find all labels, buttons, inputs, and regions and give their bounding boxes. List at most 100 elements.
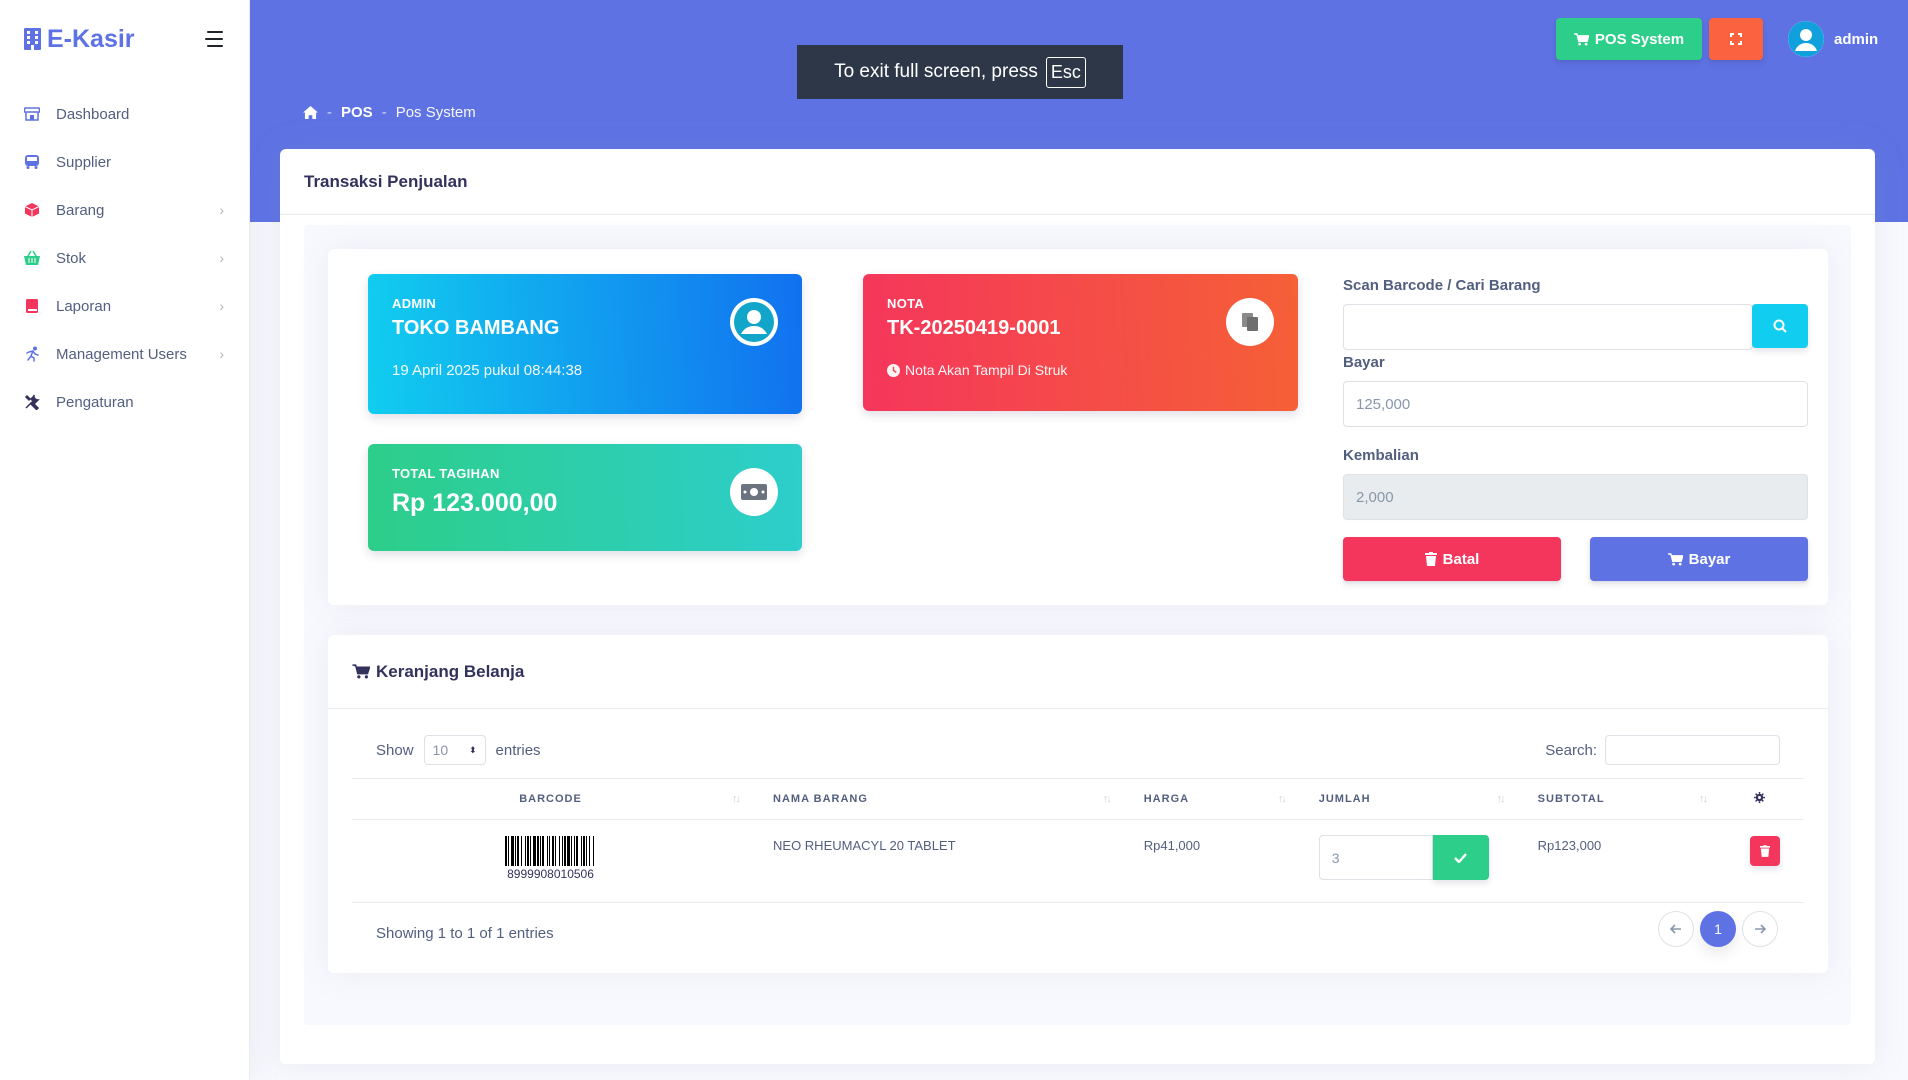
- clock-icon: [887, 363, 900, 377]
- user-icon: [1788, 21, 1824, 57]
- sort-icon: ↑↓: [1496, 793, 1506, 805]
- breadcrumb-item-pos[interactable]: POS: [341, 104, 373, 121]
- barcode-bars: [505, 836, 596, 866]
- sort-icon: ↑↓: [1698, 793, 1708, 805]
- search-icon: [1773, 319, 1787, 333]
- admin-icon-circle: [730, 298, 778, 346]
- admin-card: ADMIN TOKO BAMBANG 19 April 2025 pukul 0…: [368, 274, 802, 414]
- total-label: TOTAL TAGIHAN: [392, 466, 500, 481]
- page-button-1[interactable]: 1: [1700, 911, 1736, 947]
- bayar-input[interactable]: 125,000: [1343, 381, 1808, 427]
- total-amount: Rp 123.000,00: [392, 489, 558, 517]
- user-menu[interactable]: admin: [1788, 21, 1878, 57]
- sidebar-item-label: Pengaturan: [56, 393, 134, 411]
- page-title: Transaksi Penjualan: [304, 171, 468, 191]
- arrow-right-icon: [1755, 924, 1766, 934]
- expand-icon: [1730, 33, 1742, 45]
- store-name: TOKO BAMBANG: [392, 317, 560, 339]
- chevron-right-icon: ›: [219, 346, 224, 362]
- sidebar-item-label: Dashboard: [56, 105, 130, 123]
- sidebar-item-label: Laporan: [56, 297, 112, 315]
- trash-icon: [1759, 845, 1770, 857]
- barcode-image: 8999908010506: [376, 836, 725, 881]
- sort-icon: ↑↓: [1102, 793, 1112, 805]
- check-icon: [1454, 852, 1468, 863]
- sidebar-nav: Dashboard Supplier Barang › Stok › Lapor…: [0, 90, 249, 426]
- column-header-barcode[interactable]: BARCODE ↑↓: [352, 778, 750, 820]
- sidebar-item-laporan[interactable]: Laporan ›: [0, 282, 249, 330]
- cart-icon: [352, 664, 370, 679]
- sidebar-item-management-users[interactable]: Management Users ›: [0, 330, 249, 378]
- trash-icon: [1424, 552, 1437, 566]
- column-header-harga[interactable]: HARGA ↑↓: [1119, 778, 1295, 820]
- sidenav-toggle-icon[interactable]: [205, 31, 225, 47]
- chevron-right-icon: ›: [219, 202, 224, 218]
- user-icon: [734, 302, 774, 342]
- column-header-action: [1715, 778, 1804, 820]
- nota-card: NOTA TK-20250419-0001 Nota Akan Tampil D…: [863, 274, 1298, 411]
- breadcrumb: - POS - Pos System: [303, 104, 476, 121]
- transaction-panel: ADMIN TOKO BAMBANG 19 April 2025 pukul 0…: [328, 249, 1828, 605]
- quantity-input[interactable]: 3: [1318, 835, 1433, 880]
- box-icon: [24, 203, 40, 217]
- home-icon[interactable]: [303, 106, 318, 119]
- nama-cell: NEO RHEUMACYL 20 TABLET: [749, 819, 1120, 903]
- sidebar-item-barang[interactable]: Barang ›: [0, 186, 249, 234]
- card-body: ADMIN TOKO BAMBANG 19 April 2025 pukul 0…: [304, 225, 1851, 1025]
- bayar-button-label: Bayar: [1688, 550, 1731, 568]
- search-button[interactable]: [1752, 304, 1808, 348]
- bus-icon: [25, 155, 39, 169]
- sidebar-item-dashboard[interactable]: Dashboard: [0, 90, 249, 138]
- cart-icon: [1667, 552, 1683, 566]
- avatar: [1788, 21, 1824, 57]
- kembalian-label: Kembalian: [1343, 447, 1419, 464]
- column-header-jumlah[interactable]: JUMLAH ↑↓: [1294, 778, 1514, 820]
- book-icon: [26, 299, 38, 313]
- scan-barcode-input[interactable]: [1343, 304, 1753, 350]
- column-header-nama[interactable]: NAMA BARANG ↑↓: [749, 778, 1120, 820]
- fullscreen-button[interactable]: [1709, 18, 1763, 60]
- table-search-input[interactable]: [1605, 735, 1780, 765]
- sidebar-item-pengaturan[interactable]: Pengaturan: [0, 378, 249, 426]
- fullscreen-notice: To exit full screen, press Esc: [797, 45, 1123, 99]
- action-cell: [1715, 819, 1804, 903]
- sidebar-item-label: Management Users: [56, 345, 187, 363]
- entries-label: entries: [495, 741, 541, 759]
- next-page-button[interactable]: [1742, 911, 1778, 947]
- fullscreen-notice-text: To exit full screen, press: [834, 61, 1038, 82]
- sidebar-item-label: Barang: [56, 201, 105, 219]
- pos-system-button[interactable]: POS System: [1556, 18, 1702, 60]
- barcode-cell: 8999908010506: [352, 819, 750, 903]
- entries-select[interactable]: 10 ⬍: [423, 735, 486, 765]
- entries-value: 10: [432, 742, 449, 758]
- batal-button[interactable]: Batal: [1343, 537, 1561, 581]
- breadcrumb-separator: -: [327, 104, 332, 121]
- table-search: Search:: [1545, 735, 1780, 765]
- cart-panel: Keranjang Belanja Show 10 ⬍ entries Sear…: [328, 635, 1828, 973]
- nota-label: NOTA: [887, 296, 925, 311]
- quantity-group: 3: [1318, 835, 1490, 880]
- entries-control: Show 10 ⬍ entries: [376, 735, 541, 765]
- sort-icon: ↑↓: [1277, 793, 1287, 805]
- sidebar-item-stok[interactable]: Stok ›: [0, 234, 249, 282]
- nota-note: Nota Akan Tampil Di Struk: [887, 362, 1274, 378]
- delete-item-button[interactable]: [1749, 836, 1780, 866]
- previous-page-button[interactable]: [1658, 911, 1694, 947]
- card-header: Transaksi Penjualan: [280, 149, 1875, 215]
- sidebar-item-supplier[interactable]: Supplier: [0, 138, 249, 186]
- cart-title: Keranjang Belanja: [376, 661, 525, 681]
- scan-label: Scan Barcode / Cari Barang: [1343, 277, 1541, 294]
- update-quantity-button[interactable]: [1432, 835, 1489, 880]
- bayar-label: Bayar: [1343, 354, 1385, 371]
- chevron-right-icon: ›: [219, 298, 224, 314]
- nota-icon-circle: [1226, 298, 1274, 346]
- column-header-subtotal[interactable]: SUBTOTAL ↑↓: [1513, 778, 1716, 820]
- jumlah-cell: 3: [1294, 819, 1514, 903]
- brand-link[interactable]: E-Kasir: [24, 25, 135, 54]
- cart-icon: [1573, 32, 1589, 46]
- brand-name: E-Kasir: [47, 24, 135, 53]
- breadcrumb-item-current: Pos System: [395, 104, 476, 121]
- fullscreen-notice-key: Esc: [1045, 56, 1086, 88]
- bayar-button[interactable]: Bayar: [1590, 537, 1808, 581]
- chevron-right-icon: ›: [219, 250, 224, 266]
